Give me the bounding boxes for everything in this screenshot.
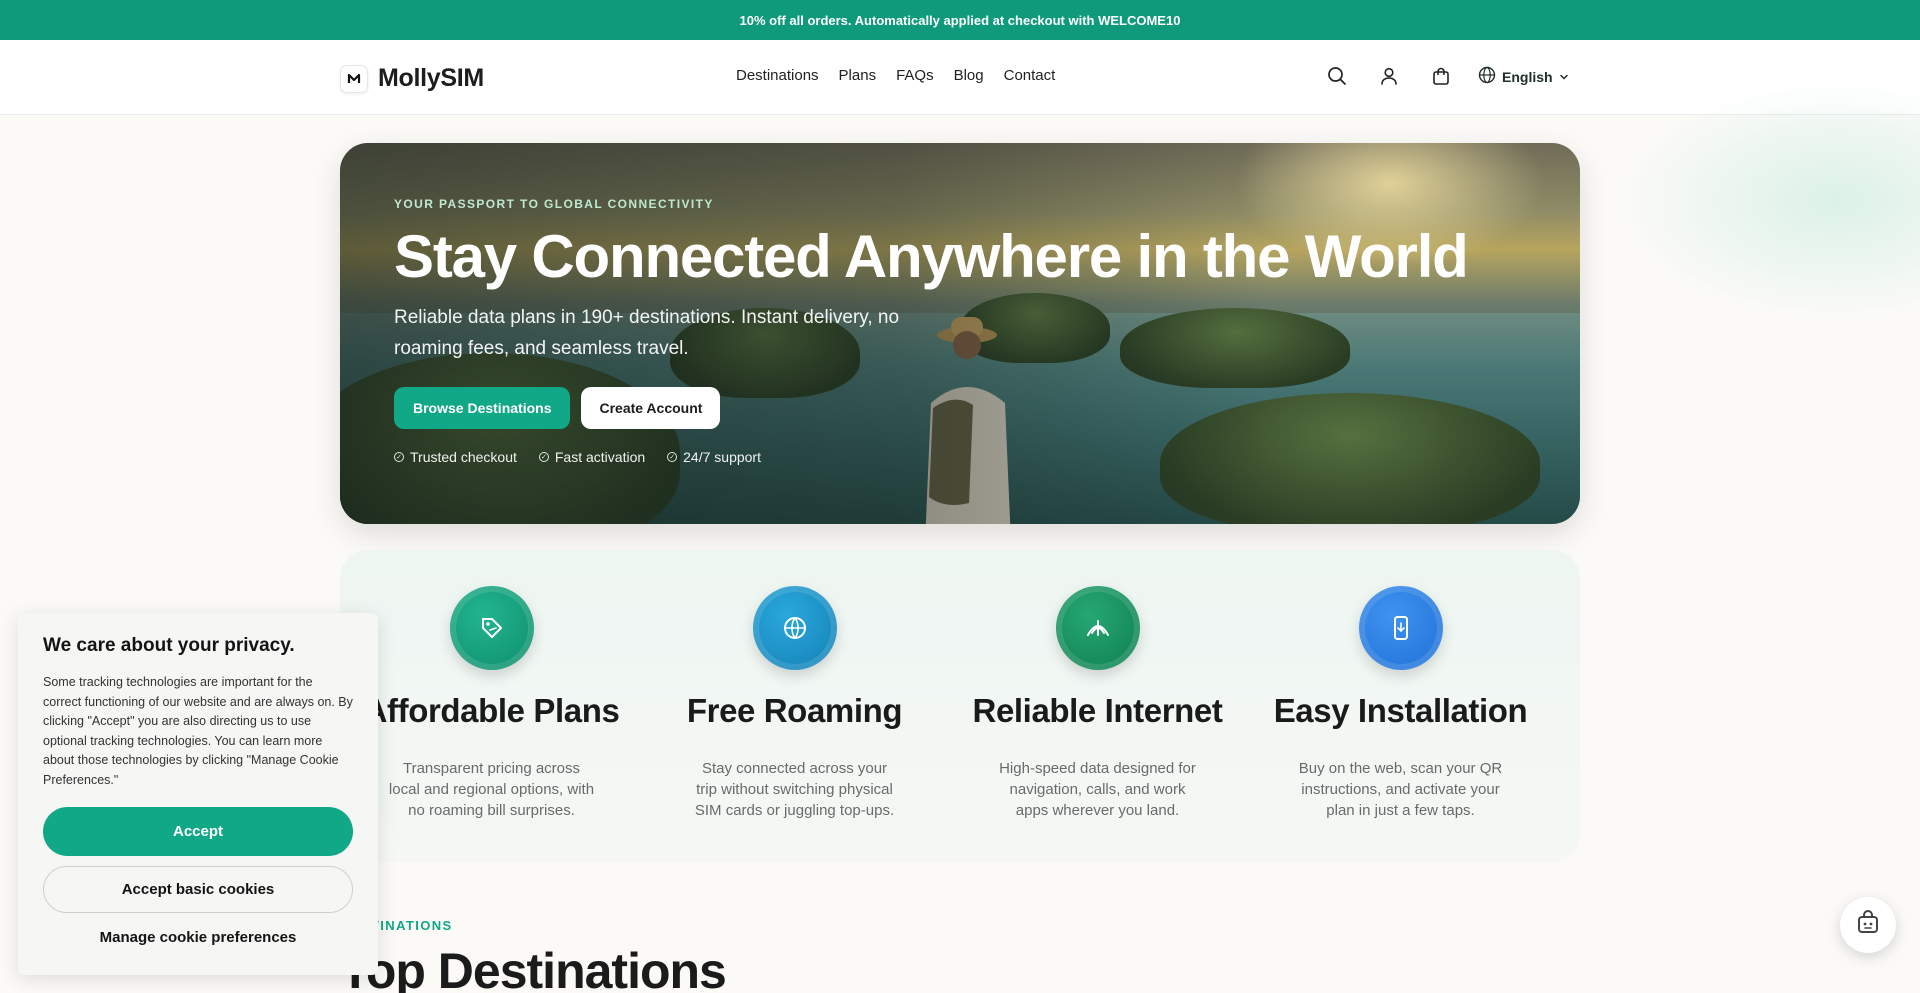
- language-label: English: [1502, 68, 1553, 85]
- cookie-body: Some tracking technologies are important…: [43, 675, 353, 787]
- cookie-consent-banner: We care about your privacy. Some trackin…: [18, 613, 378, 975]
- trust-label: Trusted checkout: [410, 449, 517, 465]
- cookie-title: We care about your privacy.: [43, 635, 295, 656]
- language-selector[interactable]: English: [1478, 66, 1569, 87]
- trust-label: 24/7 support: [683, 449, 761, 465]
- hero-title: Stay Connected Anywhere in the World: [394, 223, 1469, 290]
- feature-title: Reliable Internet: [972, 692, 1223, 729]
- feature-title: Easy Installation: [1273, 692, 1528, 729]
- site-header: MollySIM Destinations Plans FAQs Blog Co…: [0, 40, 1920, 115]
- phone-icon: [1358, 586, 1443, 670]
- cookie-manage-button[interactable]: Manage cookie preferences: [43, 918, 353, 958]
- feature-title: Affordable Plans: [363, 692, 620, 729]
- check-icon: ✓: [538, 452, 549, 462]
- hero-eyebrow: YOUR PASSPORT TO GLOBAL CONNECTIVITY: [394, 197, 714, 211]
- promo-text: 10% off all orders. Automatically applie…: [739, 12, 1181, 28]
- globe-icon: [1478, 66, 1496, 87]
- hero-buttons: Browse Destinations Create Account: [394, 387, 1468, 429]
- decorative-glow: [1620, 80, 1920, 320]
- feature-description: Stay connected across your trip without …: [694, 760, 895, 819]
- chat-icon: [1855, 909, 1881, 941]
- signal-icon: [1055, 586, 1140, 670]
- trust-label: Fast activation: [554, 449, 646, 465]
- check-icon: ✓: [394, 452, 404, 462]
- trust-badges: ✓ Trusted checkout ✓ Fast activation ✓ 2…: [394, 449, 1468, 465]
- hero-subtitle: Reliable data plans in 190+ destinations…: [394, 307, 900, 359]
- price-tag-icon: [449, 586, 534, 670]
- feature-reliable-internet: Reliable Internet High-speed data design…: [946, 550, 1249, 862]
- browse-destinations-button[interactable]: Browse Destinations: [394, 387, 571, 429]
- check-icon: ✓: [667, 452, 678, 462]
- search-icon[interactable]: [1325, 64, 1349, 88]
- nav-plans[interactable]: Plans: [839, 67, 877, 84]
- logo-mark-icon: [340, 64, 368, 93]
- trust-item: ✓ Fast activation: [538, 449, 646, 465]
- feature-easy-installation: Easy Installation Buy on the web, scan y…: [1249, 550, 1552, 862]
- trust-item: ✓ 24/7 support: [667, 449, 761, 465]
- feature-description: High-speed data designed for navigation,…: [999, 760, 1196, 819]
- hero-content: YOUR PASSPORT TO GLOBAL CONNECTIVITY Sta…: [394, 197, 1469, 465]
- feature-free-roaming: Free Roaming Stay connected across your …: [643, 550, 946, 862]
- main-nav: Destinations Plans FAQs Blog Contact: [736, 67, 1055, 84]
- features-section: Affordable Plans Transparent pricing acr…: [340, 550, 1580, 862]
- nav-contact[interactable]: Contact: [1004, 67, 1056, 84]
- promo-bar: 10% off all orders. Automatically applie…: [0, 0, 1920, 40]
- hero-banner: YOUR PASSPORT TO GLOBAL CONNECTIVITY Sta…: [340, 143, 1580, 524]
- trust-item: ✓ Trusted checkout: [394, 449, 517, 465]
- chevron-down-icon: [1559, 69, 1569, 85]
- feature-affordable-plans: Affordable Plans Transparent pricing acr…: [340, 550, 643, 862]
- cookie-accept-basic-button[interactable]: Accept basic cookies: [43, 865, 353, 913]
- nav-faqs[interactable]: FAQs: [896, 67, 934, 84]
- header-actions: [1325, 64, 1453, 88]
- globe-icon: [752, 586, 837, 670]
- feature-description: Transparent pricing across local and reg…: [388, 760, 595, 819]
- logo-text: MollySIM: [378, 64, 484, 92]
- nav-destinations[interactable]: Destinations: [736, 67, 819, 84]
- chat-widget-button[interactable]: [1840, 897, 1896, 953]
- feature-description: Buy on the web, scan your QR instruction…: [1298, 760, 1503, 819]
- logo[interactable]: MollySIM: [340, 64, 484, 93]
- create-account-button[interactable]: Create Account: [581, 387, 721, 429]
- user-icon[interactable]: [1377, 64, 1401, 88]
- feature-title: Free Roaming: [686, 692, 903, 729]
- destinations-title: Top Destinations: [340, 943, 727, 993]
- cookie-accept-button[interactable]: Accept: [43, 806, 353, 856]
- nav-blog[interactable]: Blog: [954, 67, 984, 84]
- cart-icon[interactable]: [1429, 64, 1453, 88]
